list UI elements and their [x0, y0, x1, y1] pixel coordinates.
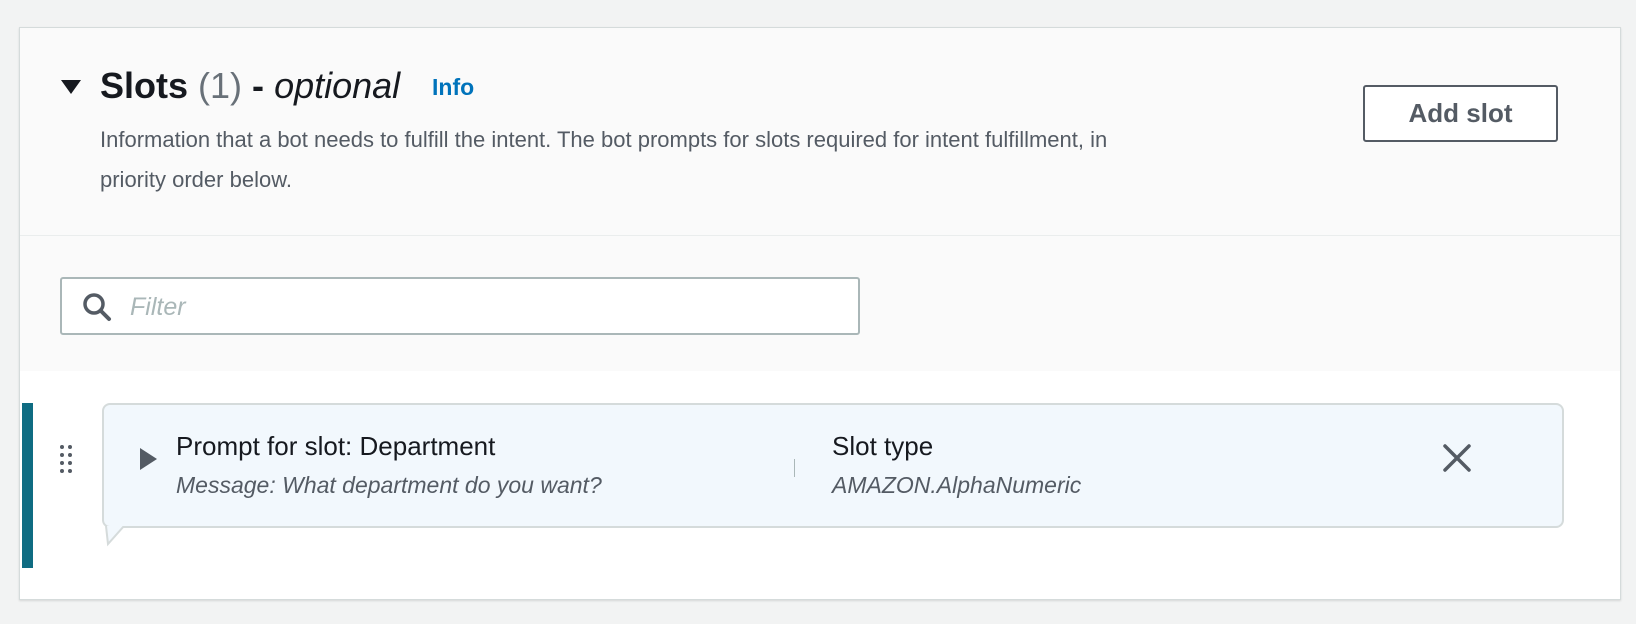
slot-prompt-message: Message: What department do you want?: [176, 472, 602, 498]
filter-area: [20, 236, 1620, 371]
slot-count: (1): [198, 65, 243, 106]
slot-type-value: AMAZON.AlphaNumeric: [832, 472, 1082, 498]
card-divider: [794, 459, 795, 477]
add-slot-button[interactable]: Add slot: [1363, 85, 1558, 142]
slot-card: Prompt for slot: Department Message: Wha…: [102, 403, 1564, 528]
close-icon[interactable]: [1440, 441, 1474, 475]
slots-header: Slots (1) - optional Info Information th…: [20, 28, 1620, 236]
title-separator: -: [252, 65, 265, 106]
slot-type-label: Slot type: [832, 431, 934, 461]
selected-accent-bar: [22, 403, 33, 568]
filter-input[interactable]: [128, 287, 832, 327]
filter-field[interactable]: [60, 277, 860, 335]
card-pointer-tail: [105, 526, 124, 547]
slot-prompt-title: Prompt for slot: Department: [176, 431, 496, 461]
section-title-text: Slots: [100, 65, 189, 106]
section-description: Information that a bot needs to fulfill …: [100, 127, 1108, 192]
search-icon: [83, 293, 111, 321]
optional-label: optional: [274, 65, 401, 106]
caret-right-icon[interactable]: [140, 448, 157, 470]
slot-row: Prompt for slot: Department Message: Wha…: [20, 403, 1620, 568]
drag-handle-icon[interactable]: [58, 443, 74, 475]
caret-down-icon[interactable]: [61, 80, 81, 94]
info-link[interactable]: Info: [432, 74, 474, 101]
slots-panel: Slots (1) - optional Info Information th…: [19, 27, 1621, 600]
section-title: Slots (1) - optional: [100, 64, 400, 108]
